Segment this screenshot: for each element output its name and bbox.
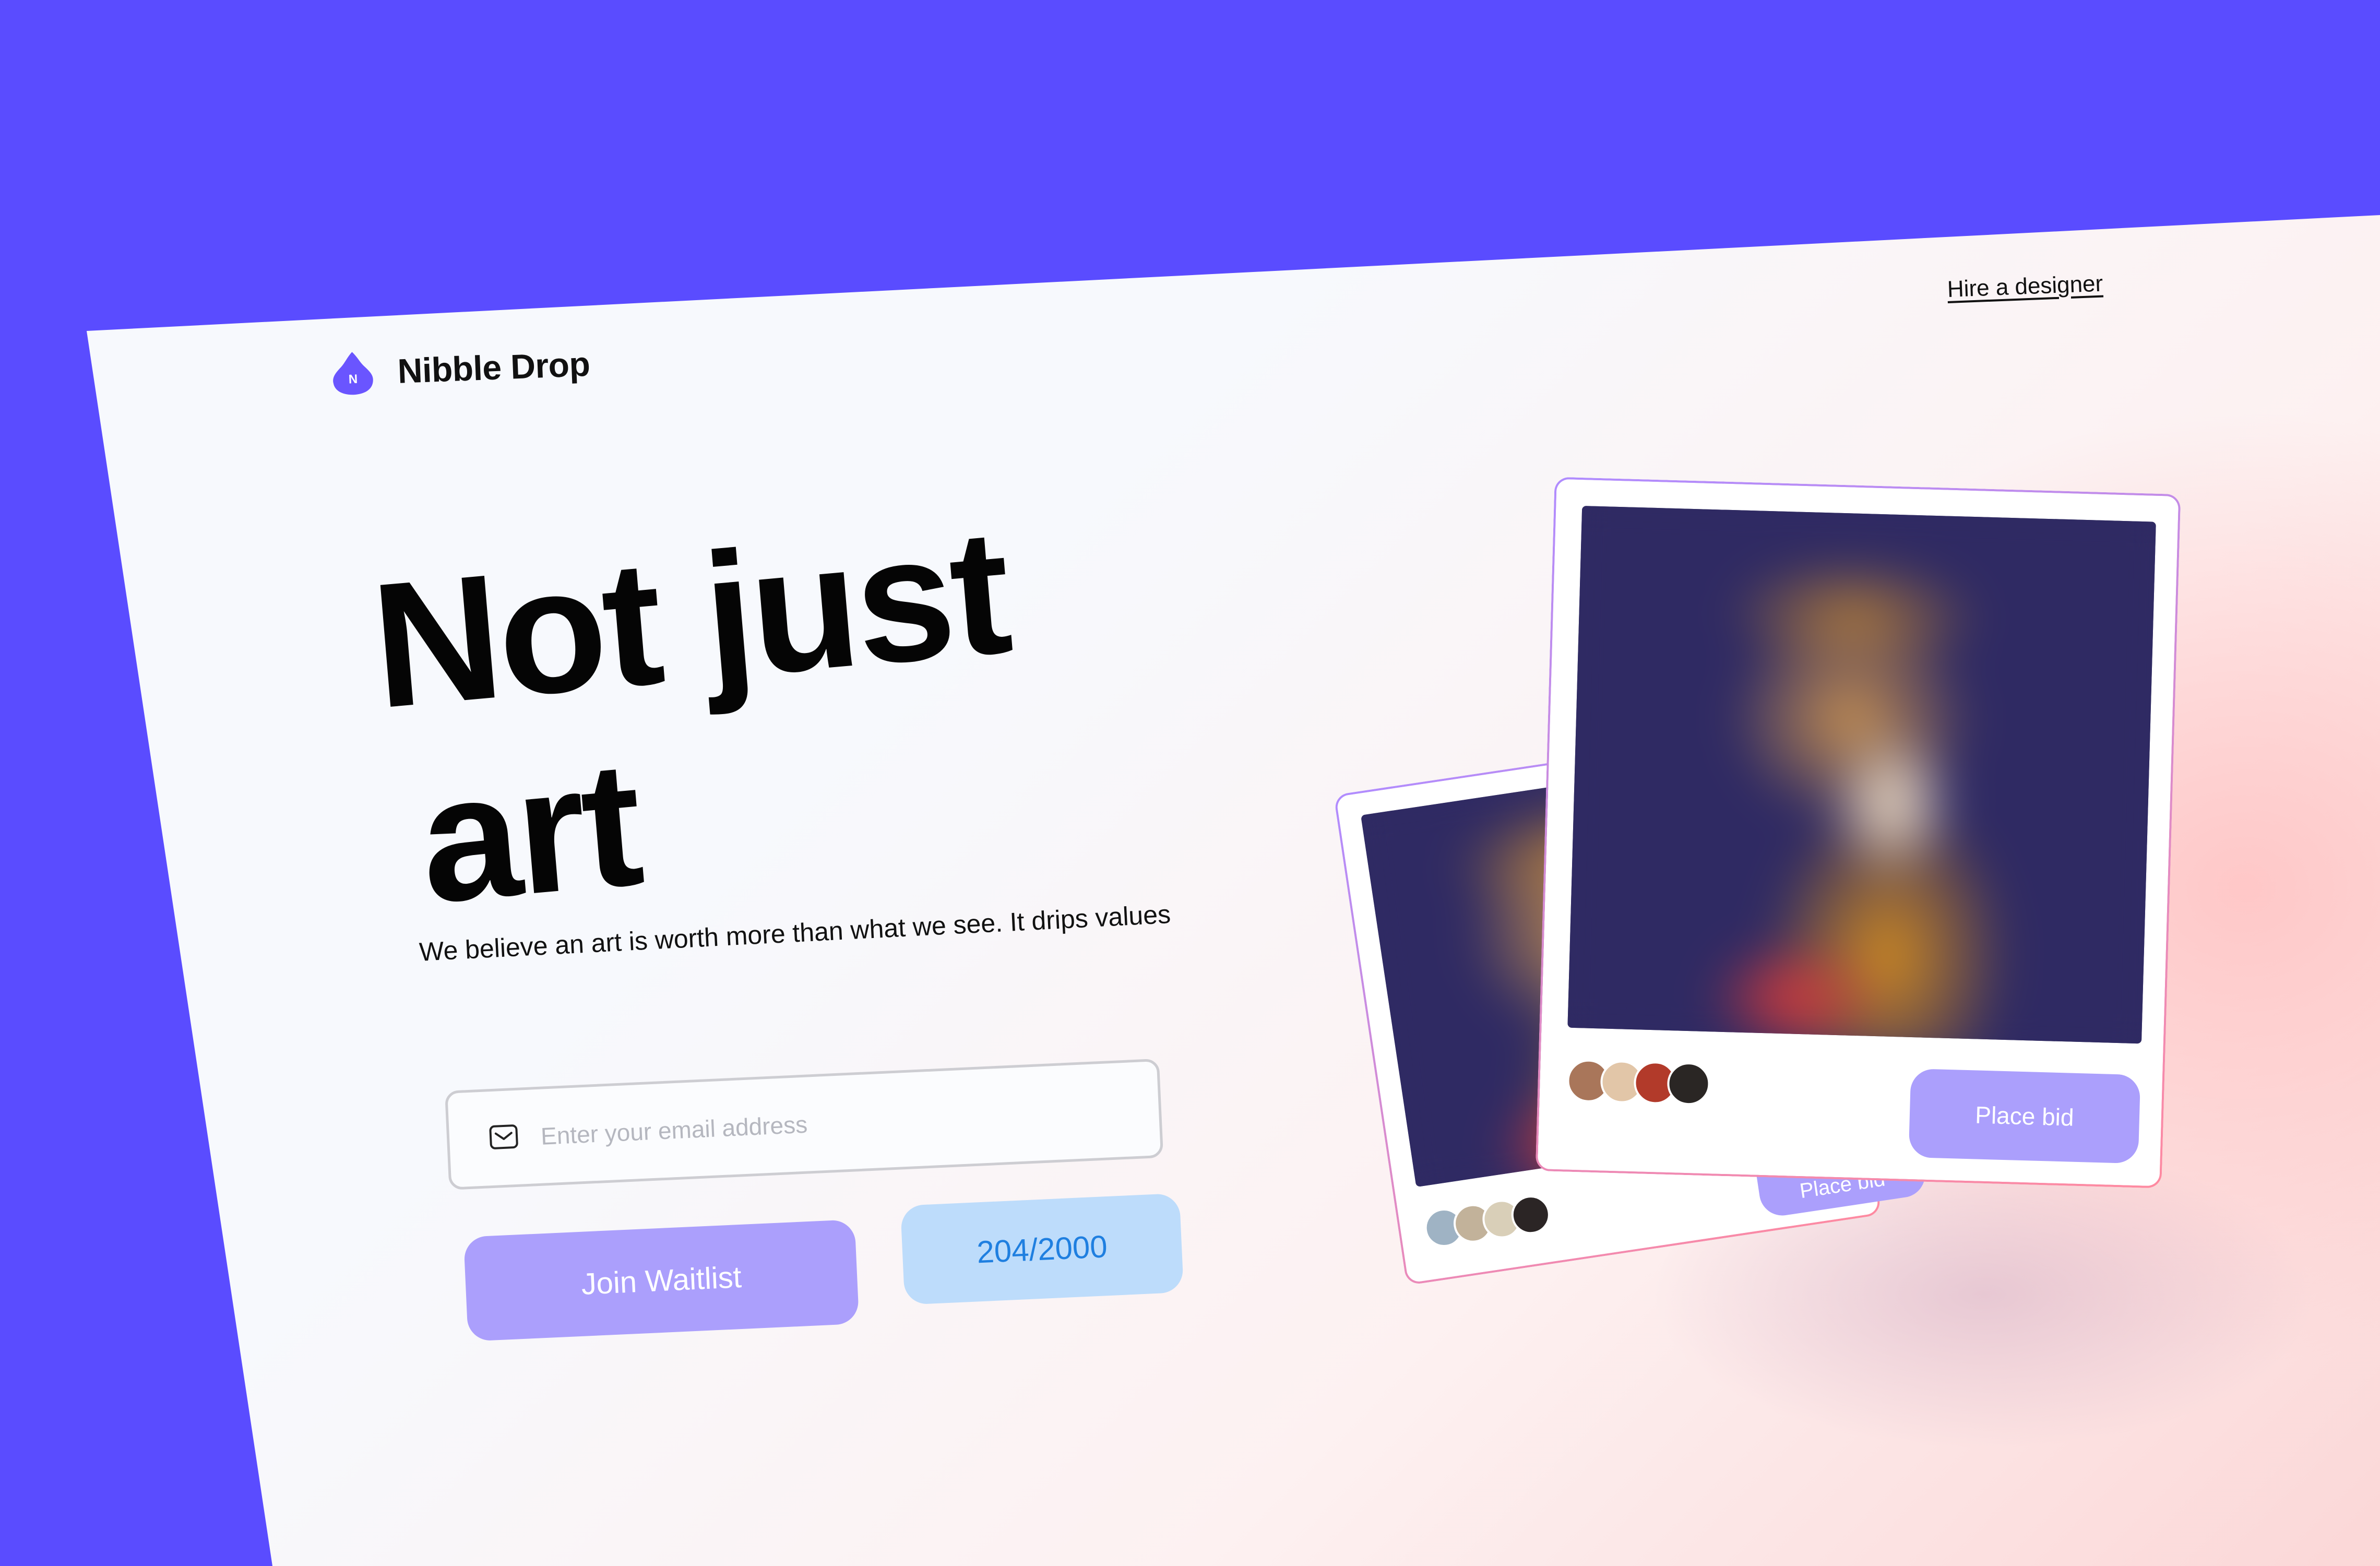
bidder-avatars [1566, 1059, 1711, 1106]
mail-icon [488, 1123, 519, 1153]
email-input[interactable] [539, 1098, 1064, 1151]
hero-title: Not just art [365, 492, 1031, 944]
nibble-drop-logo-icon: N [328, 348, 377, 398]
join-waitlist-button[interactable]: Join Waitlist [463, 1219, 860, 1342]
nft-card-front[interactable]: Place bid [1535, 477, 2181, 1189]
hire-designer-link[interactable]: Hire a designer [1947, 271, 2103, 303]
brand-name: Nibble Drop [397, 344, 591, 390]
nft-artwork[interactable] [1567, 505, 2156, 1044]
svg-text:N: N [348, 372, 358, 387]
avatar [1667, 1061, 1711, 1106]
landing-page: Hire a designer N Nibble Drop Not just a… [87, 215, 2380, 1566]
brand[interactable]: N Nibble Drop [328, 340, 591, 398]
bidder-avatars [1422, 1193, 1553, 1250]
place-bid-button[interactable]: Place bid [1908, 1069, 2141, 1164]
backdrop: Hire a designer N Nibble Drop Not just a… [0, 0, 2380, 1566]
waitlist-counter: 204/2000 [900, 1193, 1184, 1305]
email-field[interactable] [445, 1058, 1164, 1190]
